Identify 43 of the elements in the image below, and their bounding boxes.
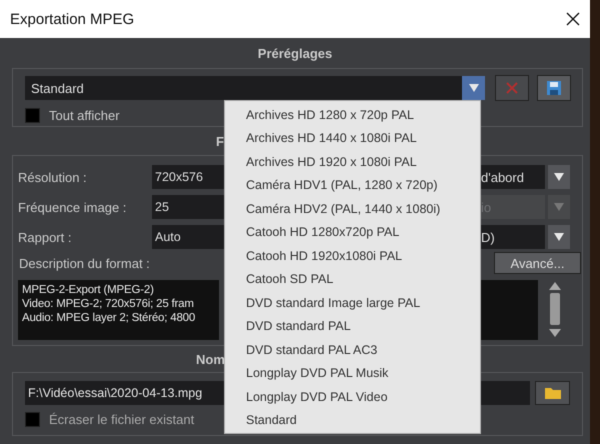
menu-item[interactable]: Standard xyxy=(225,408,480,432)
section-heading: Préréglages xyxy=(258,46,332,60)
checkbox[interactable] xyxy=(25,412,40,426)
menu-item[interactable]: Catooh HD 1280x720p PAL xyxy=(225,220,480,244)
menu-item[interactable]: DVD standard PAL AC3 xyxy=(225,338,480,362)
advanced-button[interactable]: Avancé... xyxy=(494,252,581,274)
dropdown-field[interactable]: Auto xyxy=(152,225,224,249)
menu-item[interactable]: Longplay DVD PAL Musik xyxy=(225,362,480,385)
description-line: MPEG-2-Export (MPEG-2) xyxy=(22,283,154,297)
browse-button[interactable] xyxy=(535,381,570,405)
menu-item[interactable]: Archives HD 1440 x 1080i PAL xyxy=(225,126,480,150)
menu-item[interactable]: DVD standard Image large PAL xyxy=(225,291,480,314)
checkbox-label: Tout afficher xyxy=(49,108,120,122)
field-label: Description du format : xyxy=(18,256,151,270)
save-button[interactable] xyxy=(537,75,571,101)
menu-item[interactable]: Catooh HD 1920x1080i PAL xyxy=(225,244,480,268)
description-line: Video: MPEG-2; 720x576i; 25 fram xyxy=(22,297,194,311)
file-path-field[interactable]: F:\Vidéo\essai\2020-04-13.mpg xyxy=(25,381,224,405)
menu-item[interactable]: Catooh SD PAL xyxy=(225,268,480,291)
menu-item[interactable]: Archives HD 1920 x 1080i PAL xyxy=(225,150,480,174)
checkbox-label: Écraser le fichier existant xyxy=(49,412,194,426)
window-title: Exportation MPEG xyxy=(10,10,134,28)
delete-button[interactable] xyxy=(495,75,529,101)
field-label: Rapport : xyxy=(18,230,72,244)
menu-item[interactable]: Caméra HDV2 (PAL, 1440 x 1080i) xyxy=(225,197,480,220)
section-heading: Nom xyxy=(196,352,225,366)
folder-icon xyxy=(544,386,562,400)
menu-item[interactable]: Caméra HDV1 (PAL, 1280 x 720p) xyxy=(225,174,480,197)
description-line: Audio: MPEG layer 2; Stéréo; 4800 xyxy=(22,311,196,325)
dropdown-field[interactable]: D) xyxy=(481,225,545,249)
checkbox[interactable] xyxy=(25,108,40,122)
field-label: Résolution : xyxy=(18,170,88,184)
menu-item[interactable]: Archives HD 1280 x 720p PAL xyxy=(225,103,480,126)
dropdown-field[interactable]: 720x576 xyxy=(152,165,224,189)
menu-item[interactable]: DVD standard PAL xyxy=(225,314,480,338)
field-label: Fréquence image : xyxy=(18,200,128,214)
dropdown-field[interactable]: d'abord xyxy=(481,165,545,189)
close-icon[interactable] xyxy=(566,12,580,26)
section-heading: F xyxy=(216,134,224,148)
x-icon xyxy=(505,81,519,95)
file-path-field[interactable] xyxy=(481,381,530,405)
menu-item[interactable]: Longplay DVD PAL Video xyxy=(225,385,480,408)
preset-dropdown[interactable]: Standard xyxy=(25,76,485,100)
